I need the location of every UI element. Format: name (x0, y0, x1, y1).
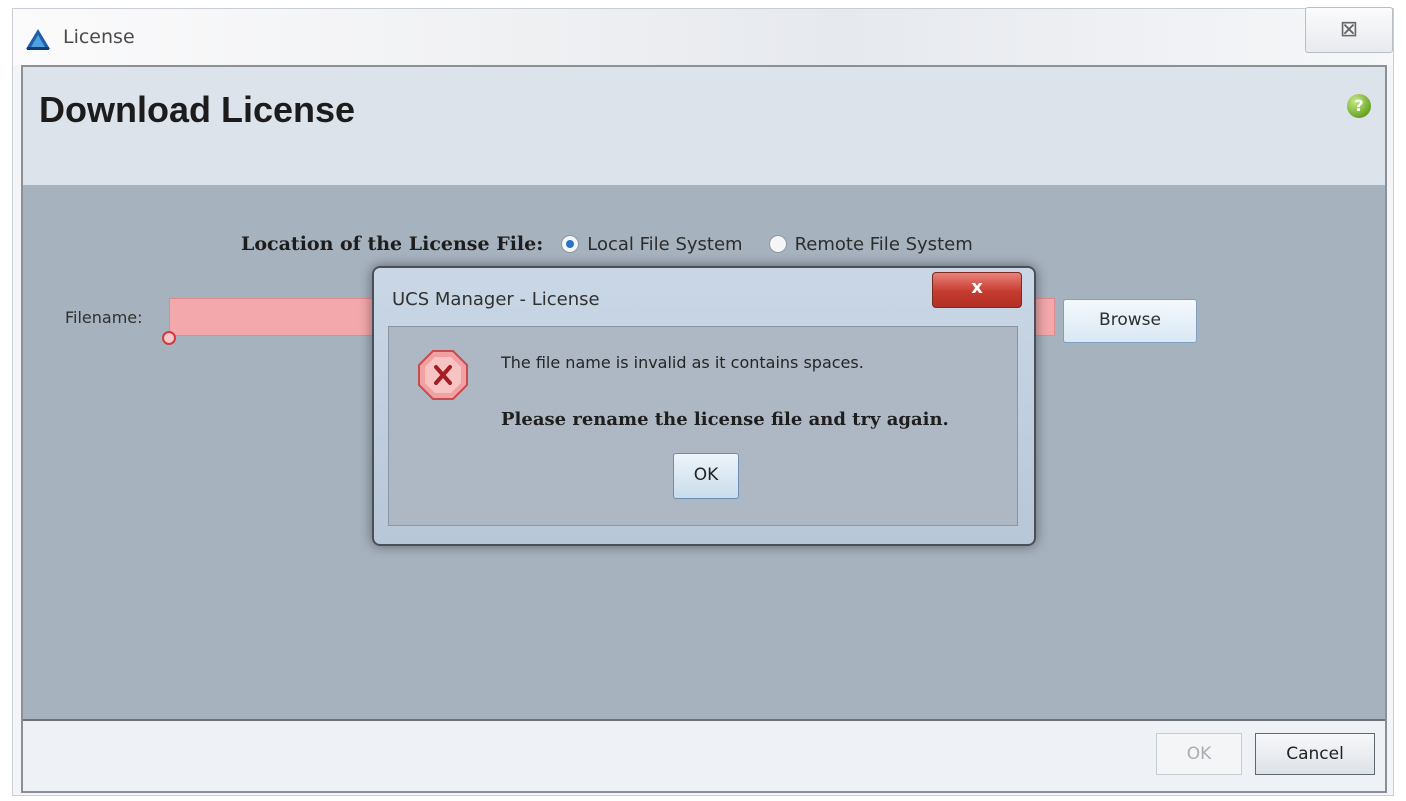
location-row: Location of the License File: Local File… (241, 233, 991, 255)
window-title: License (63, 26, 135, 48)
local-file-system-radio[interactable] (561, 235, 580, 253)
window-close-button[interactable]: ⊠ (1305, 7, 1393, 53)
remote-file-system-radio[interactable] (768, 235, 787, 253)
error-ok-button[interactable]: OK (673, 453, 739, 499)
page-title: Download License (39, 89, 356, 130)
error-instruction: Please rename the license file and try a… (501, 409, 949, 430)
error-indicator-icon (162, 331, 176, 345)
help-symbol: ? (1354, 96, 1364, 115)
location-label: Location of the License File: (241, 233, 544, 255)
ok-button-disabled: OK (1156, 733, 1242, 775)
help-icon[interactable]: ? (1347, 94, 1371, 118)
error-dialog: UCS Manager - License x The file name is… (372, 266, 1036, 546)
license-app-icon (26, 29, 50, 50)
error-dialog-title: UCS Manager - License (392, 289, 600, 310)
filename-label: Filename: (65, 308, 143, 327)
header-panel: Download License ? (23, 67, 1385, 186)
error-dialog-close-button[interactable]: x (932, 272, 1022, 308)
window-titlebar[interactable]: License ⊠ (13, 7, 1393, 65)
close-icon: x (971, 277, 983, 298)
local-file-system-label[interactable]: Local File System (587, 234, 742, 255)
error-message: The file name is invalid as it contains … (501, 353, 864, 372)
footer-panel: OK Cancel (23, 719, 1385, 791)
error-octagon-icon (418, 350, 468, 400)
cancel-button[interactable]: Cancel (1255, 733, 1375, 775)
close-icon: ⊠ (1339, 17, 1359, 42)
error-dialog-body: The file name is invalid as it contains … (388, 326, 1018, 526)
browse-button[interactable]: Browse (1063, 299, 1197, 343)
remote-file-system-label[interactable]: Remote File System (795, 234, 973, 255)
